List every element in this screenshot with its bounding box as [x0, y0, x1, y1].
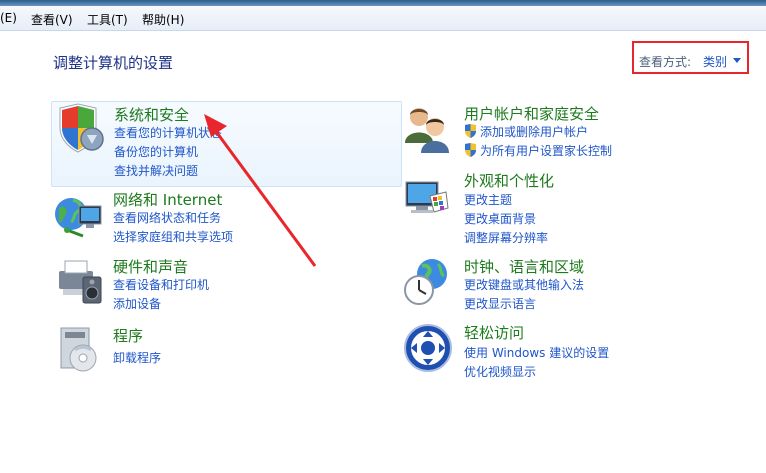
view-by-dropdown[interactable]: 类别 — [703, 53, 727, 70]
category-hardware-sound[interactable]: 硬件和声音 查看设备和打印机 添加设备 — [51, 255, 400, 313]
link-parental-controls[interactable]: 为所有用户设置家长控制 — [480, 142, 612, 159]
menu-tools[interactable]: 工具(T) — [87, 11, 128, 28]
view-by-control: 查看方式: 类别 — [632, 41, 749, 74]
link-change-display-language[interactable]: 更改显示语言 — [464, 295, 536, 312]
category-title-appearance[interactable]: 外观和个性化 — [464, 170, 554, 191]
monitor-palette-icon — [405, 181, 449, 213]
menu-view[interactable]: 查看(V) — [31, 11, 73, 28]
link-check-computer-status[interactable]: 查看您的计算机状态 — [114, 124, 222, 141]
uac-shield-icon — [465, 124, 476, 138]
category-title-network-internet[interactable]: 网络和 Internet — [113, 189, 222, 210]
category-title-user-accounts[interactable]: 用户帐户和家庭安全 — [464, 103, 599, 124]
category-user-accounts[interactable]: 用户帐户和家庭安全 添加或删除用户帐户 为所有用户设置家长控制 — [402, 101, 742, 163]
view-by-label: 查看方式: — [639, 55, 692, 69]
category-appearance[interactable]: 外观和个性化 更改主题 更改桌面背景 调整屏幕分辨率 — [402, 170, 742, 248]
uac-shield-icon — [465, 143, 476, 157]
menu-bar: (E) 查看(V) 工具(T) 帮助(H) — [0, 6, 766, 31]
link-optimize-visual-display[interactable]: 优化视频显示 — [464, 363, 536, 380]
category-title-ease-of-access[interactable]: 轻松访问 — [464, 322, 524, 343]
category-ease-of-access[interactable]: 轻松访问 使用 Windows 建议的设置 优化视频显示 — [402, 322, 742, 380]
link-network-status[interactable]: 查看网络状态和任务 — [113, 209, 221, 226]
category-programs[interactable]: 程序 卸载程序 — [51, 324, 400, 374]
category-title-programs[interactable]: 程序 — [113, 325, 143, 346]
page-title: 调整计算机的设置 — [53, 54, 174, 72]
category-title-hardware-sound[interactable]: 硬件和声音 — [113, 256, 188, 277]
link-uninstall-program[interactable]: 卸载程序 — [113, 349, 161, 366]
menu-edit[interactable]: (E) — [0, 11, 17, 25]
link-homegroup-sharing[interactable]: 选择家庭组和共享选项 — [113, 228, 233, 245]
printer-speaker-icon — [59, 260, 102, 304]
ease-of-access-icon — [404, 324, 452, 372]
category-title-clock-language-region[interactable]: 时钟、语言和区域 — [464, 256, 584, 277]
link-change-keyboard-input[interactable]: 更改键盘或其他输入法 — [464, 276, 584, 293]
link-troubleshoot[interactable]: 查找并解决问题 — [114, 162, 198, 179]
link-windows-recommended-settings[interactable]: 使用 Windows 建议的设置 — [464, 344, 609, 361]
globe-network-icon — [55, 198, 102, 238]
link-add-device[interactable]: 添加设备 — [113, 295, 161, 312]
link-change-theme[interactable]: 更改主题 — [464, 191, 512, 208]
menu-help[interactable]: 帮助(H) — [142, 11, 184, 28]
globe-clock-icon — [404, 259, 447, 305]
category-network-internet[interactable]: 网络和 Internet 查看网络状态和任务 选择家庭组和共享选项 — [51, 188, 400, 250]
link-screen-resolution[interactable]: 调整屏幕分辨率 — [464, 229, 548, 246]
programs-icon — [60, 327, 97, 372]
link-devices-printers[interactable]: 查看设备和打印机 — [113, 276, 209, 293]
users-icon — [405, 108, 449, 153]
link-change-desktop-background[interactable]: 更改桌面背景 — [464, 210, 536, 227]
link-backup-computer[interactable]: 备份您的计算机 — [114, 143, 198, 160]
shield-icon — [59, 103, 104, 153]
chevron-down-icon[interactable] — [733, 58, 741, 63]
category-title-system-security[interactable]: 系统和安全 — [114, 104, 189, 125]
category-clock-language-region[interactable]: 时钟、语言和区域 更改键盘或其他输入法 更改显示语言 — [402, 256, 742, 314]
category-system-security[interactable]: 系统和安全 查看您的计算机状态 备份您的计算机 查找并解决问题 — [51, 101, 402, 187]
link-add-remove-user[interactable]: 添加或删除用户帐户 — [480, 123, 588, 140]
